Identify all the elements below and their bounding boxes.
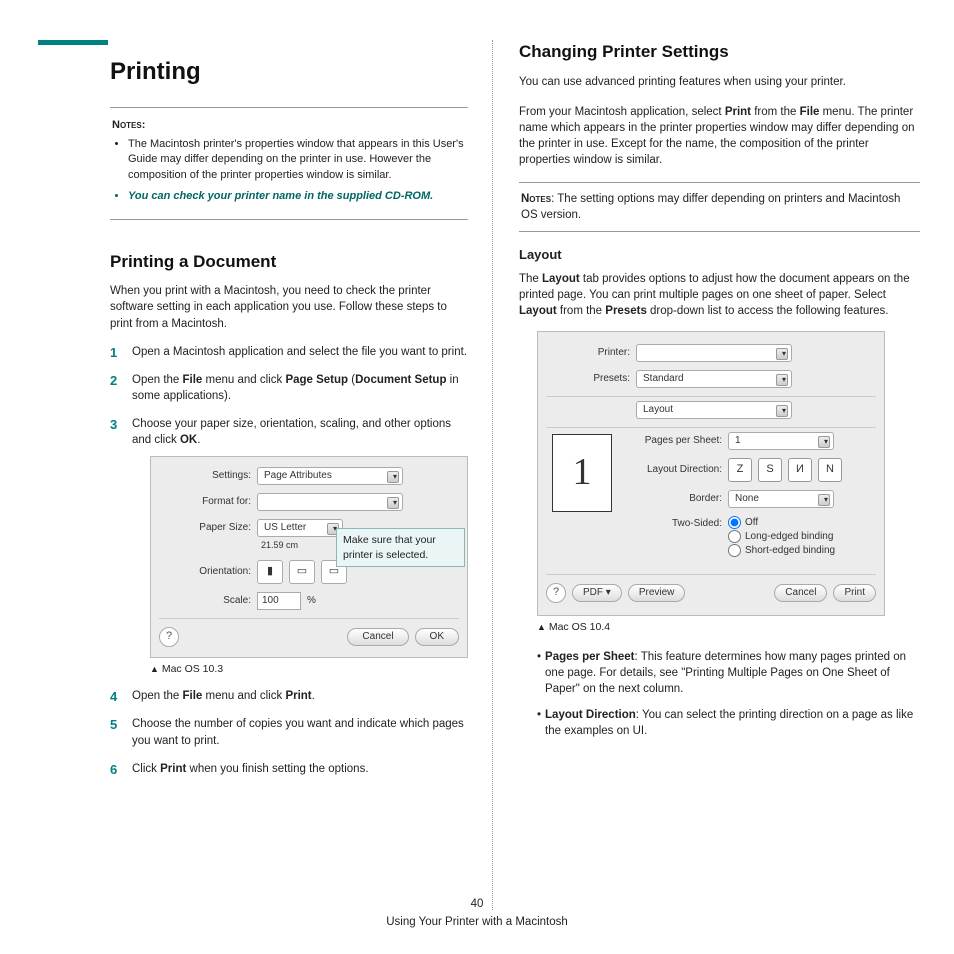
note-item-highlight: You can check your printer name in the s… — [128, 189, 466, 204]
twosided-short[interactable]: Short-edged binding — [728, 544, 835, 558]
scale-label: Scale: — [159, 594, 251, 608]
twosided-off[interactable]: Off — [728, 516, 835, 530]
intro-text: When you print with a Macintosh, you nee… — [110, 283, 468, 331]
bullet-pps: •Pages per Sheet: This feature determine… — [537, 649, 920, 697]
format-label: Format for: — [159, 495, 251, 509]
ok-button[interactable]: OK — [415, 628, 459, 646]
paper-dim: 21.59 cm — [261, 539, 343, 552]
printer-select[interactable] — [636, 344, 792, 362]
step-5: 5Choose the number of copies you want an… — [110, 716, 468, 748]
paper-select[interactable]: US Letter — [257, 519, 343, 537]
heading-changing-settings: Changing Printer Settings — [519, 40, 920, 64]
layout-dir-1-icon[interactable]: Z — [728, 458, 752, 482]
heading-printing-document: Printing a Document — [110, 250, 468, 274]
page-number: 40 — [0, 896, 954, 912]
notes-inline: Notes: The setting options may differ de… — [519, 182, 920, 232]
orientation-landscape-icon[interactable]: ▭ — [289, 560, 315, 584]
notes-box: Notes: The Macintosh printer's propertie… — [110, 107, 468, 220]
print-layout-dialog: Printer: Presets: Standard Layout 1 — [537, 331, 885, 616]
pps-label: Pages per Sheet: — [622, 434, 722, 448]
right-p2: From your Macintosh application, select … — [519, 104, 920, 168]
figure-caption-2: ▲ Mac OS 10.4 — [537, 620, 920, 635]
presets-select[interactable]: Standard — [636, 370, 792, 388]
layout-dir-4-icon[interactable]: N — [818, 458, 842, 482]
printer-label: Printer: — [546, 346, 630, 360]
step-6: 6 Click Print when you finish setting th… — [110, 761, 468, 777]
cancel-button[interactable]: Cancel — [774, 584, 827, 602]
scale-input[interactable]: 100 — [257, 592, 301, 610]
step-1: 1Open a Macintosh application and select… — [110, 344, 468, 360]
orientation-label: Orientation: — [159, 565, 251, 579]
step-2: 2 Open the File menu and click Page Setu… — [110, 372, 468, 404]
presets-label: Presets: — [546, 372, 630, 386]
pdf-button[interactable]: PDF ▾ — [572, 584, 622, 602]
bullet-dir: •Layout Direction: You can select the pr… — [537, 707, 920, 739]
page-preview-icon: 1 — [552, 434, 612, 512]
cancel-button[interactable]: Cancel — [347, 628, 408, 646]
layout-paragraph: The Layout tab provides options to adjus… — [519, 271, 920, 319]
help-button[interactable]: ? — [546, 583, 566, 603]
column-divider — [492, 40, 493, 910]
dir-label: Layout Direction: — [622, 463, 722, 477]
orientation-portrait-icon[interactable]: ▮ — [257, 560, 283, 584]
help-button[interactable]: ? — [159, 627, 179, 647]
step-3: 3 Choose your paper size, orientation, s… — [110, 416, 468, 676]
notes-label: Notes: — [112, 119, 145, 131]
paper-label: Paper Size: — [159, 519, 251, 535]
heading-layout: Layout — [519, 246, 920, 264]
footer-title: Using Your Printer with a Macintosh — [0, 914, 954, 930]
layout-dir-2-icon[interactable]: S — [758, 458, 782, 482]
right-p1: You can use advanced printing features w… — [519, 74, 920, 90]
format-select[interactable] — [257, 493, 403, 511]
section-accent-bar — [38, 40, 108, 45]
settings-select[interactable]: Page Attributes — [257, 467, 403, 485]
panel-select[interactable]: Layout — [636, 401, 792, 419]
figure-caption: ▲ Mac OS 10.3 — [150, 662, 468, 677]
layout-dir-3-icon[interactable]: И — [788, 458, 812, 482]
preview-button[interactable]: Preview — [628, 584, 686, 602]
page-footer: 40 Using Your Printer with a Macintosh — [0, 896, 954, 930]
twosided-label: Two-Sided: — [622, 516, 722, 531]
print-button[interactable]: Print — [833, 584, 876, 602]
scale-unit: % — [307, 594, 316, 608]
step-4: 4 Open the File menu and click Print. — [110, 688, 468, 704]
border-label: Border: — [622, 492, 722, 506]
settings-label: Settings: — [159, 469, 251, 483]
tooltip-callout: Make sure that your printer is selected. — [336, 528, 465, 567]
heading-printing: Printing — [110, 55, 468, 89]
border-select[interactable]: None — [728, 490, 834, 508]
note-item: The Macintosh printer's properties windo… — [128, 137, 466, 183]
pps-select[interactable]: 1 — [728, 432, 834, 450]
twosided-long[interactable]: Long-edged binding — [728, 530, 835, 544]
